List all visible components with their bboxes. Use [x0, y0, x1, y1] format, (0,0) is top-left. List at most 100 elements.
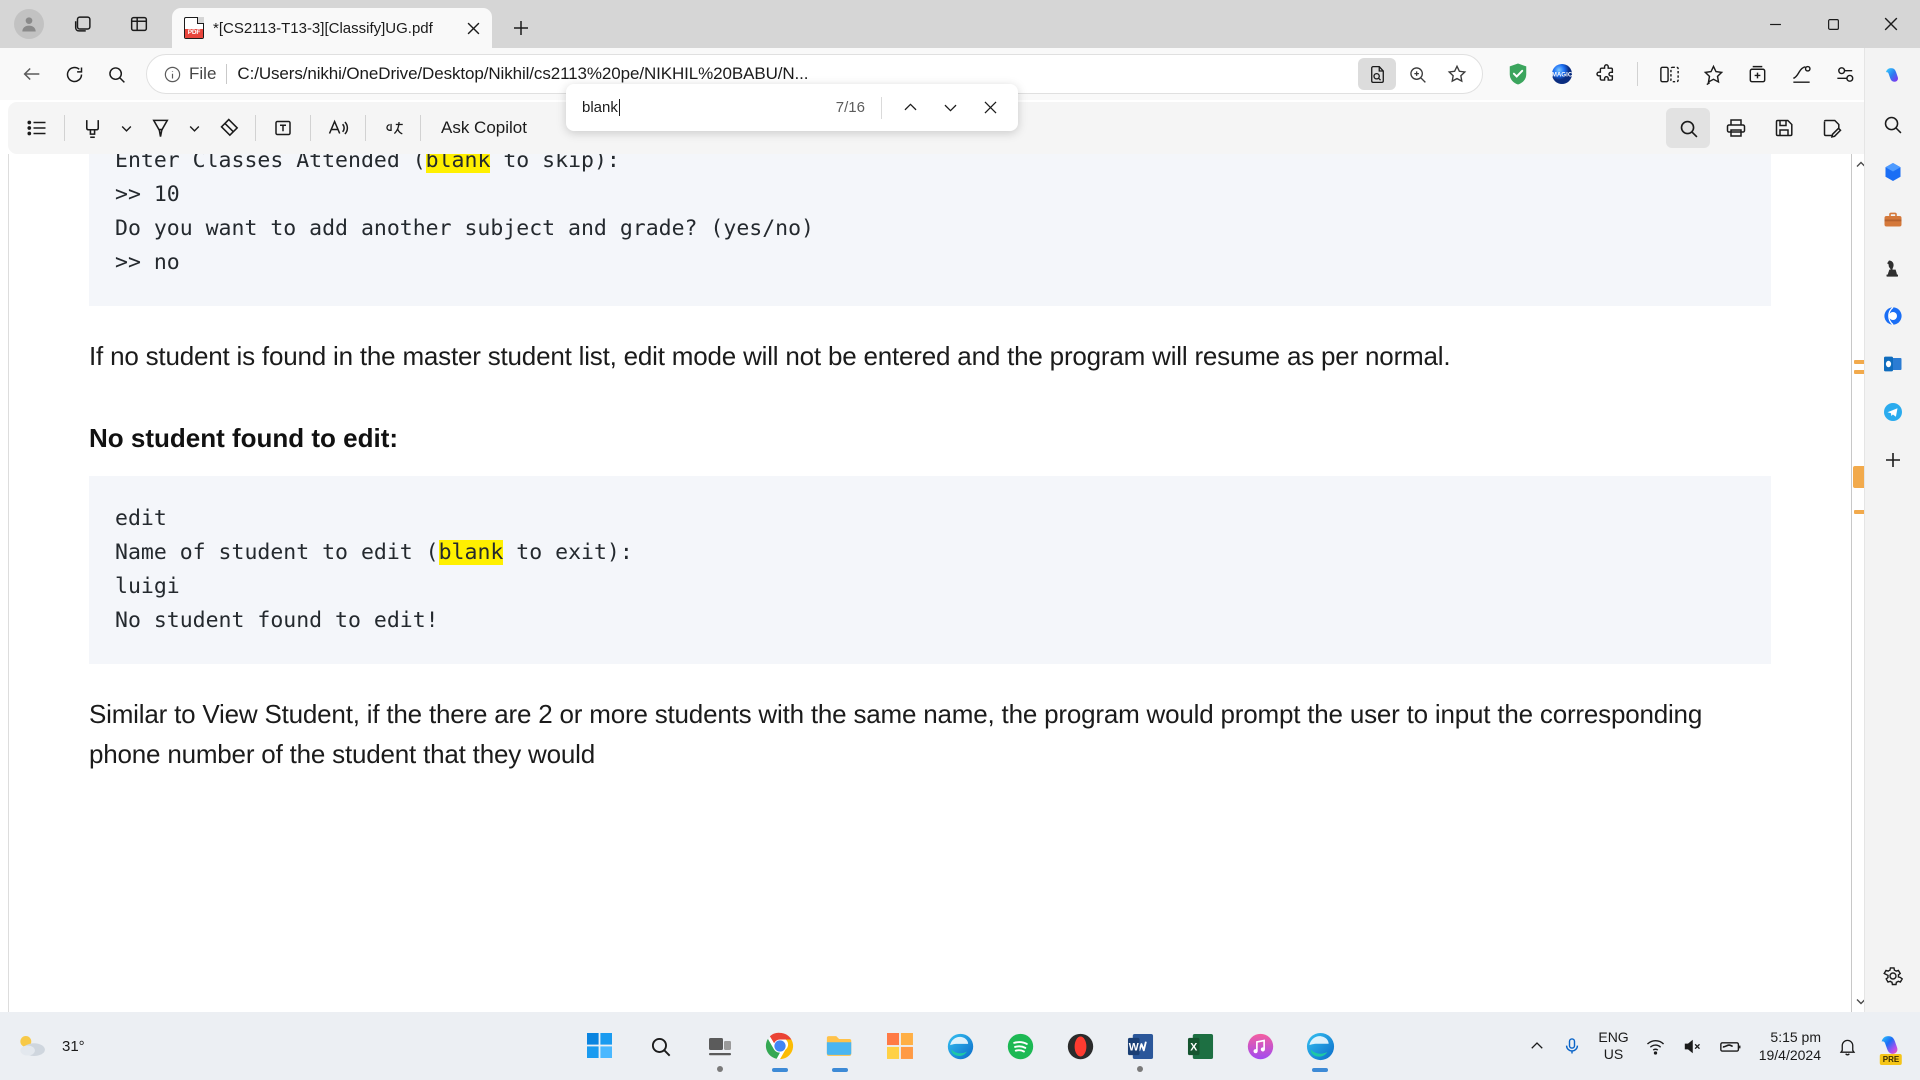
- battery-icon[interactable]: [1719, 1036, 1743, 1057]
- chevron-up-icon[interactable]: [890, 90, 930, 126]
- print-icon[interactable]: [1714, 108, 1758, 148]
- wifi-icon[interactable]: [1645, 1036, 1666, 1057]
- minimize-button[interactable]: [1746, 0, 1804, 48]
- extension-toolbar: MAGIC: [1493, 55, 1908, 93]
- search-highlight: blank: [426, 154, 491, 173]
- sidebar-settings-icon[interactable]: [1871, 954, 1915, 998]
- zoom-in-icon[interactable]: [1398, 58, 1436, 90]
- save-icon[interactable]: [1762, 108, 1806, 148]
- workspaces-icon[interactable]: [66, 7, 100, 41]
- chevron-down-icon[interactable]: [930, 90, 970, 126]
- tray-overflow-icon[interactable]: [1528, 1037, 1546, 1055]
- task-view-icon[interactable]: [697, 1023, 743, 1069]
- close-icon[interactable]: [970, 90, 1010, 126]
- tab-actions-icon[interactable]: [122, 7, 156, 41]
- weather-cloud-sun-icon: [14, 1030, 54, 1062]
- sidebar-outlook-icon[interactable]: [1871, 342, 1915, 386]
- app-running-indicator: [717, 1066, 723, 1072]
- language-code: ENG: [1598, 1029, 1628, 1046]
- find-input[interactable]: blank: [582, 99, 836, 116]
- microphone-icon[interactable]: [1562, 1036, 1582, 1056]
- maximize-button[interactable]: [1804, 0, 1862, 48]
- copilot-preview-badge: PRE: [1880, 1054, 1902, 1065]
- back-arrow-icon[interactable]: [12, 54, 52, 94]
- find-icon[interactable]: [1666, 108, 1710, 148]
- adblock-shield-icon[interactable]: [1499, 55, 1537, 93]
- pen-dropdown-icon[interactable]: [181, 109, 207, 147]
- clock[interactable]: 5:15 pm 19/4/2024: [1759, 1028, 1821, 1064]
- svg-text:X: X: [1190, 1041, 1197, 1053]
- eraser-icon[interactable]: [209, 109, 247, 147]
- sidebar-add-icon[interactable]: [1871, 438, 1915, 482]
- weather-widget[interactable]: 31°: [0, 1030, 170, 1062]
- table-of-contents-icon[interactable]: [18, 109, 56, 147]
- save-as-icon[interactable]: [1810, 108, 1854, 148]
- profile-settings-icon[interactable]: [1826, 55, 1864, 93]
- sidebar-office-icon[interactable]: [1871, 294, 1915, 338]
- search-icon[interactable]: [96, 54, 136, 94]
- pdf-viewer[interactable]: Enter Classes Attended (blank to skip): …: [0, 154, 1920, 1012]
- copilot-icon[interactable]: PRE: [1874, 1029, 1908, 1063]
- sidebar-shopping-icon[interactable]: [1871, 150, 1915, 194]
- spotify-icon[interactable]: [997, 1023, 1043, 1069]
- favorites-icon[interactable]: [1694, 55, 1732, 93]
- pdf-page: Enter Classes Attended (blank to skip): …: [8, 154, 1852, 1012]
- language-indicator[interactable]: ENG US: [1598, 1029, 1628, 1063]
- highlighter-dropdown-icon[interactable]: [113, 109, 139, 147]
- start-button[interactable]: [577, 1023, 623, 1069]
- code-line-prefix: Name of student to edit (: [115, 540, 439, 565]
- close-window-button[interactable]: [1862, 0, 1920, 48]
- text-cursor: [619, 99, 620, 116]
- edge-beta-icon[interactable]: [937, 1023, 983, 1069]
- browser-tab[interactable]: *[CS2113-T13-3][Classify]UG.pdf: [172, 8, 492, 48]
- read-aloud-icon[interactable]: [319, 109, 357, 147]
- pen-icon[interactable]: [141, 109, 179, 147]
- excel-icon[interactable]: X: [1177, 1023, 1223, 1069]
- code-line-suffix: to skip):: [490, 154, 619, 173]
- paragraph-no-student: If no student is found in the master stu…: [89, 336, 1771, 376]
- star-icon[interactable]: [1438, 58, 1476, 90]
- opera-icon[interactable]: [1057, 1023, 1103, 1069]
- edge-icon[interactable]: [1297, 1023, 1343, 1069]
- clock-date: 19/4/2024: [1759, 1046, 1821, 1064]
- sidebar-games-icon[interactable]: [1871, 246, 1915, 290]
- sidebar-telegram-icon[interactable]: [1871, 390, 1915, 434]
- collections-icon[interactable]: [1738, 55, 1776, 93]
- toolbar-divider: [310, 115, 311, 141]
- info-icon[interactable]: [159, 65, 185, 84]
- itunes-icon[interactable]: [1237, 1023, 1283, 1069]
- document-search-icon[interactable]: [1358, 58, 1396, 90]
- code-line: >> 10: [115, 182, 180, 207]
- app-running-indicator: [1312, 1068, 1328, 1072]
- highlighter-icon[interactable]: [73, 109, 111, 147]
- extensions-puzzle-icon[interactable]: [1587, 55, 1625, 93]
- browser-essentials-icon[interactable]: [1782, 55, 1820, 93]
- refresh-icon[interactable]: [54, 54, 94, 94]
- sidebar-copilot-icon[interactable]: [1871, 54, 1915, 98]
- sidebar-search-icon[interactable]: [1871, 102, 1915, 146]
- word-icon[interactable]: W: [1117, 1023, 1163, 1069]
- tab-close-button[interactable]: [462, 17, 484, 39]
- taskbar-search-icon[interactable]: [637, 1023, 683, 1069]
- ask-copilot-button[interactable]: Ask Copilot: [429, 109, 539, 147]
- new-tab-button[interactable]: [504, 11, 538, 45]
- svg-text:W: W: [1128, 1041, 1138, 1053]
- volume-muted-icon[interactable]: [1682, 1036, 1703, 1057]
- profile-avatar[interactable]: [14, 9, 44, 39]
- text-box-icon[interactable]: [264, 109, 302, 147]
- url-text[interactable]: C:/Users/nikhi/OneDrive/Desktop/Nikhil/c…: [237, 64, 1356, 84]
- notification-bell-icon[interactable]: [1837, 1036, 1858, 1057]
- toolbar-divider: [1637, 62, 1638, 86]
- address-divider: [226, 64, 227, 84]
- translate-icon[interactable]: [374, 109, 412, 147]
- code-block-2: edit Name of student to edit (blank to e…: [89, 476, 1771, 664]
- microsoft-store-icon[interactable]: [877, 1023, 923, 1069]
- magic-extension-icon[interactable]: MAGIC: [1543, 55, 1581, 93]
- search-highlight: blank: [439, 540, 504, 565]
- title-bar: *[CS2113-T13-3][Classify]UG.pdf: [0, 0, 1920, 48]
- sidebar-tools-icon[interactable]: [1871, 198, 1915, 242]
- file-explorer-icon[interactable]: [817, 1023, 863, 1069]
- split-screen-icon[interactable]: [1650, 55, 1688, 93]
- find-bar: blank 7/16: [566, 84, 1018, 131]
- chrome-icon[interactable]: [757, 1023, 803, 1069]
